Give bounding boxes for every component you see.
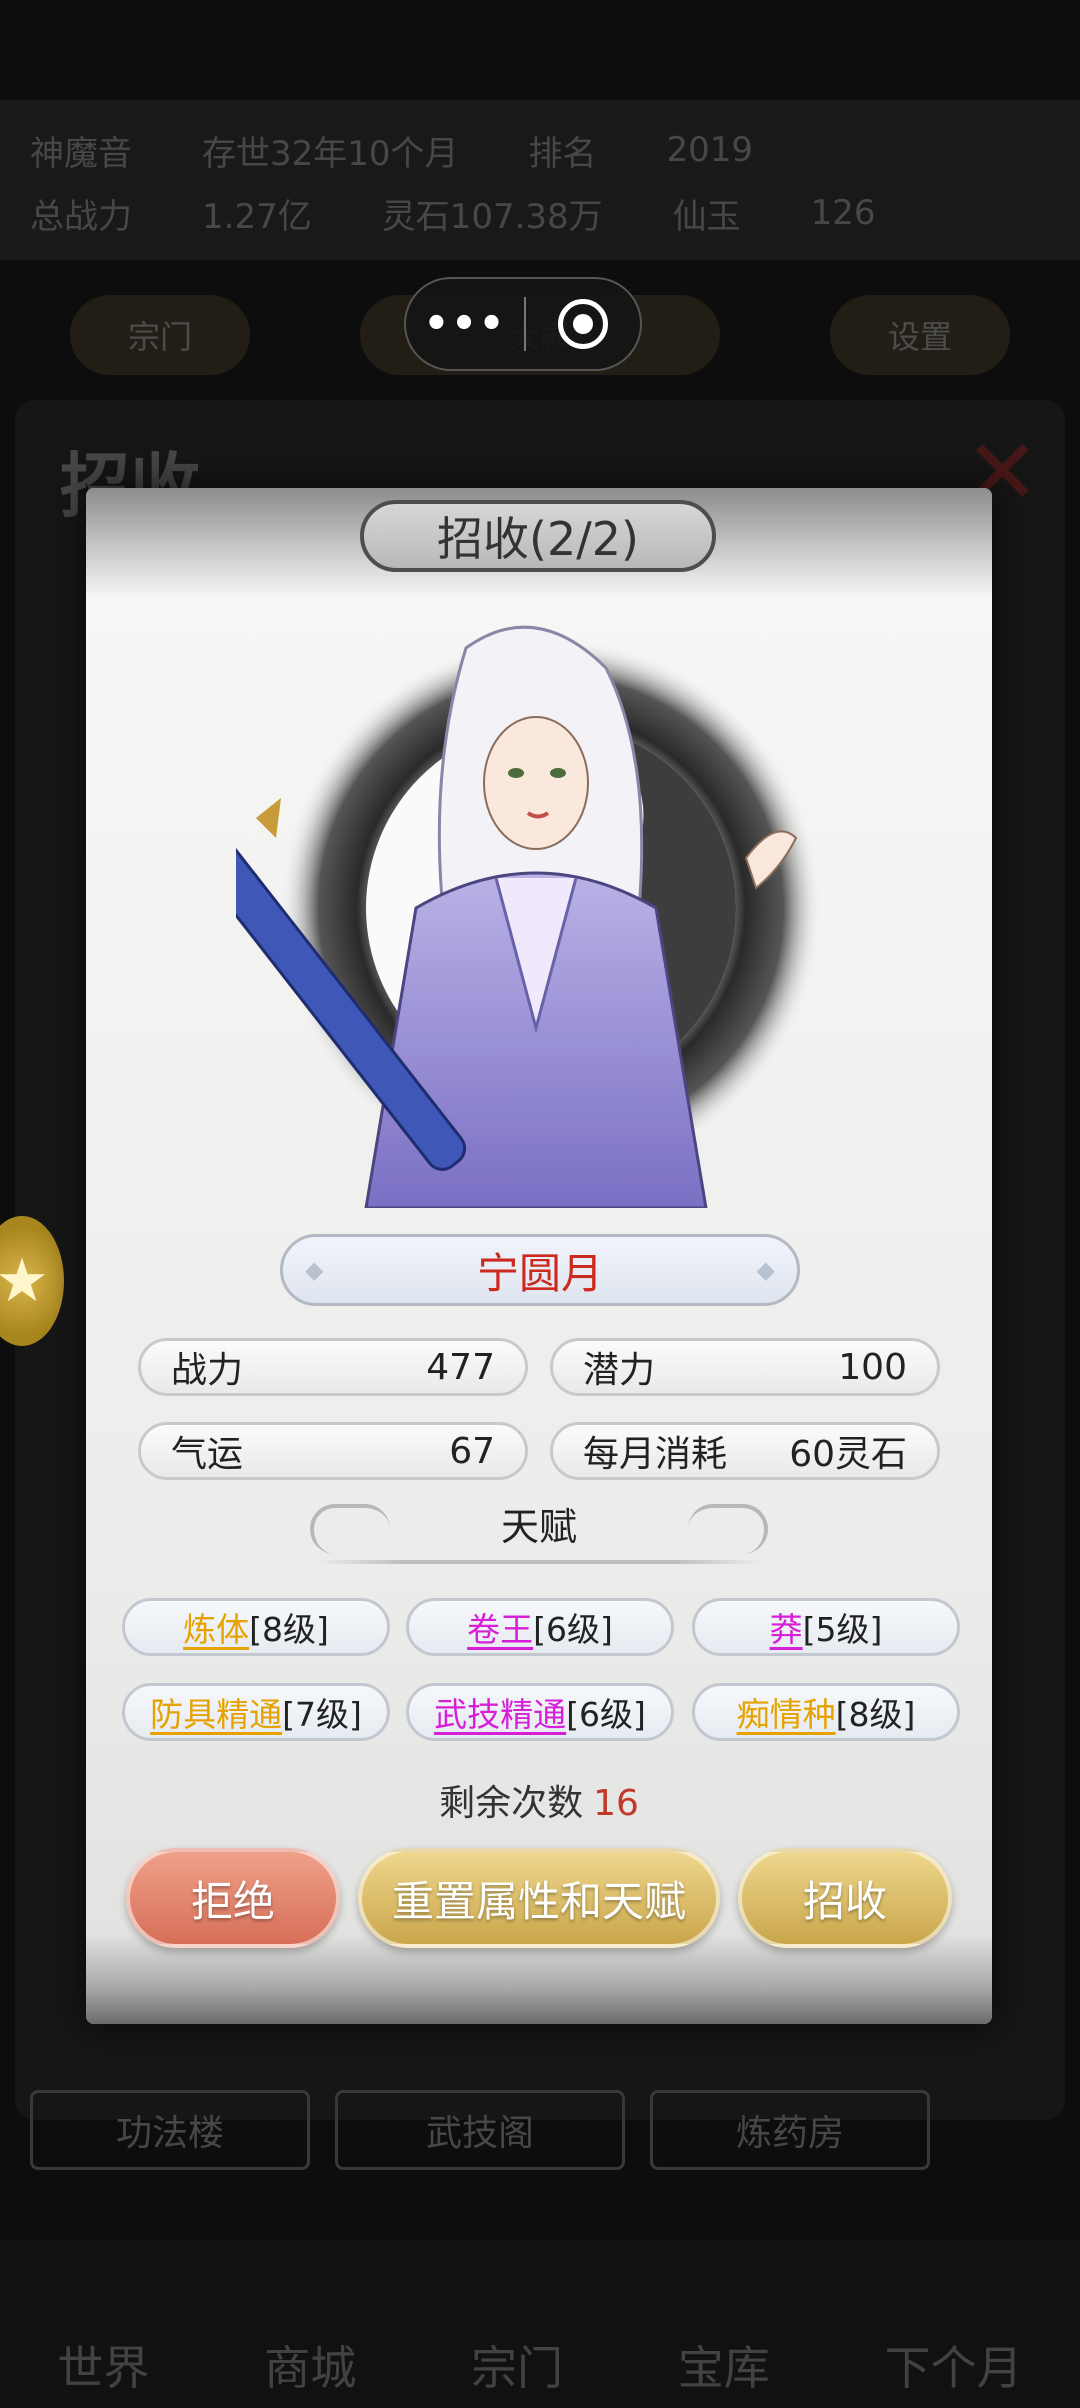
- talent-chip[interactable]: 莽 [5级]: [692, 1598, 960, 1656]
- stat-label: 气运: [171, 1434, 244, 1475]
- bg-info-row-1: 神魔音 存世32年10个月 排名 2019: [0, 115, 1080, 185]
- bg-nav-world: 世界: [57, 2341, 150, 2395]
- talent-level: [6级]: [566, 1695, 646, 1734]
- bg-age: 存世32年10个月: [202, 133, 459, 174]
- talent-heading: 天赋: [500, 1505, 577, 1549]
- stat-value: 67: [449, 1430, 495, 1472]
- stat-value: 477: [426, 1346, 495, 1388]
- talent-level: [8级]: [835, 1695, 916, 1734]
- stat-luck: 气运 67: [138, 1422, 528, 1480]
- stat-label: 战力: [171, 1350, 244, 1391]
- bg-total-power-value: 1.27亿: [202, 196, 312, 237]
- talent-name: 防具精通: [150, 1695, 283, 1734]
- dialog-title: 招收(2/2): [360, 500, 716, 572]
- bg-pill-3: 设置: [830, 295, 1010, 375]
- character-name: 宁圆月: [280, 1234, 800, 1306]
- talent-level: [7级]: [282, 1695, 362, 1734]
- bg-nav-sect: 宗门: [470, 2341, 563, 2395]
- bg-nav-treasury: 宝库: [677, 2341, 770, 2395]
- target-icon: [558, 299, 608, 349]
- talent-level: [8级]: [249, 1610, 329, 1649]
- bg-nav-shop: 商城: [264, 2341, 357, 2395]
- talent-name: 炼体: [183, 1610, 250, 1649]
- stat-label: 潜力: [583, 1350, 656, 1391]
- bg-building-2: 武技阁: [335, 2090, 625, 2170]
- reset-attributes-button[interactable]: 重置属性和天赋: [358, 1848, 720, 1948]
- remaining-attempts: 剩余次数 16: [86, 1774, 992, 1826]
- bg-pill-1: 宗门: [70, 295, 250, 375]
- bg-bottom-nav: 世界 商城 宗门 宝库 下个月: [0, 2240, 1080, 2408]
- talent-name: 莽: [769, 1610, 803, 1649]
- close-miniprogram-button[interactable]: [526, 299, 640, 349]
- talent-name: 痴情种: [736, 1695, 836, 1734]
- stat-potential: 潜力 100: [550, 1338, 940, 1396]
- stat-combat-power: 战力 477: [138, 1338, 528, 1396]
- character-portrait-image: [185, 625, 821, 1210]
- bg-total-power-label: 总战力: [30, 196, 132, 237]
- talent-chip[interactable]: 武技精通 [6级]: [406, 1683, 674, 1741]
- bg-rank-label: 排名: [528, 133, 597, 174]
- miniprogram-capsule: •••: [404, 277, 642, 371]
- bg-sect-name: 神魔音: [30, 133, 132, 174]
- bg-jade-value: 126: [810, 193, 876, 233]
- recruit-dialog: 招收(2/2) ◆ 宁圆月 ◆ 战力 477 潜力 100 气运 67 每月消耗…: [86, 488, 992, 2024]
- character-portrait: [185, 608, 836, 1210]
- stat-monthly-cost: 每月消耗 60灵石: [550, 1422, 940, 1480]
- talent-chip[interactable]: 痴情种 [8级]: [692, 1683, 960, 1741]
- more-options-button[interactable]: •••: [406, 301, 524, 347]
- talent-level: [6级]: [533, 1610, 613, 1649]
- stat-label: 每月消耗: [583, 1434, 728, 1475]
- stat-value: 60灵石: [789, 1434, 907, 1475]
- bg-info-row-2: 总战力 1.27亿 灵石107.38万 仙玉 126: [0, 178, 1080, 248]
- talent-divider: [316, 1560, 762, 1564]
- talent-chip[interactable]: 炼体 [8级]: [122, 1598, 390, 1656]
- reject-button[interactable]: 拒绝: [126, 1848, 340, 1948]
- talent-chip[interactable]: 卷王 [6级]: [406, 1598, 674, 1656]
- bg-nav-next-month: 下个月: [884, 2341, 1023, 2395]
- bg-rank-value: 2019: [666, 130, 754, 170]
- remaining-count: 16: [593, 1783, 639, 1824]
- talent-name: 武技精通: [434, 1695, 567, 1734]
- talent-name: 卷王: [467, 1610, 534, 1649]
- talent-level: [5级]: [802, 1610, 883, 1649]
- bg-spirit-stones: 灵石107.38万: [381, 196, 603, 237]
- remaining-label: 剩余次数: [439, 1783, 584, 1824]
- bg-building-3: 炼药房: [650, 2090, 930, 2170]
- bg-jade-label: 仙玉: [672, 196, 741, 237]
- recruit-button[interactable]: 招收: [738, 1848, 952, 1948]
- talent-chip[interactable]: 防具精通 [7级]: [122, 1683, 390, 1741]
- stat-value: 100: [838, 1346, 907, 1388]
- bg-building-1: 功法楼: [30, 2090, 310, 2170]
